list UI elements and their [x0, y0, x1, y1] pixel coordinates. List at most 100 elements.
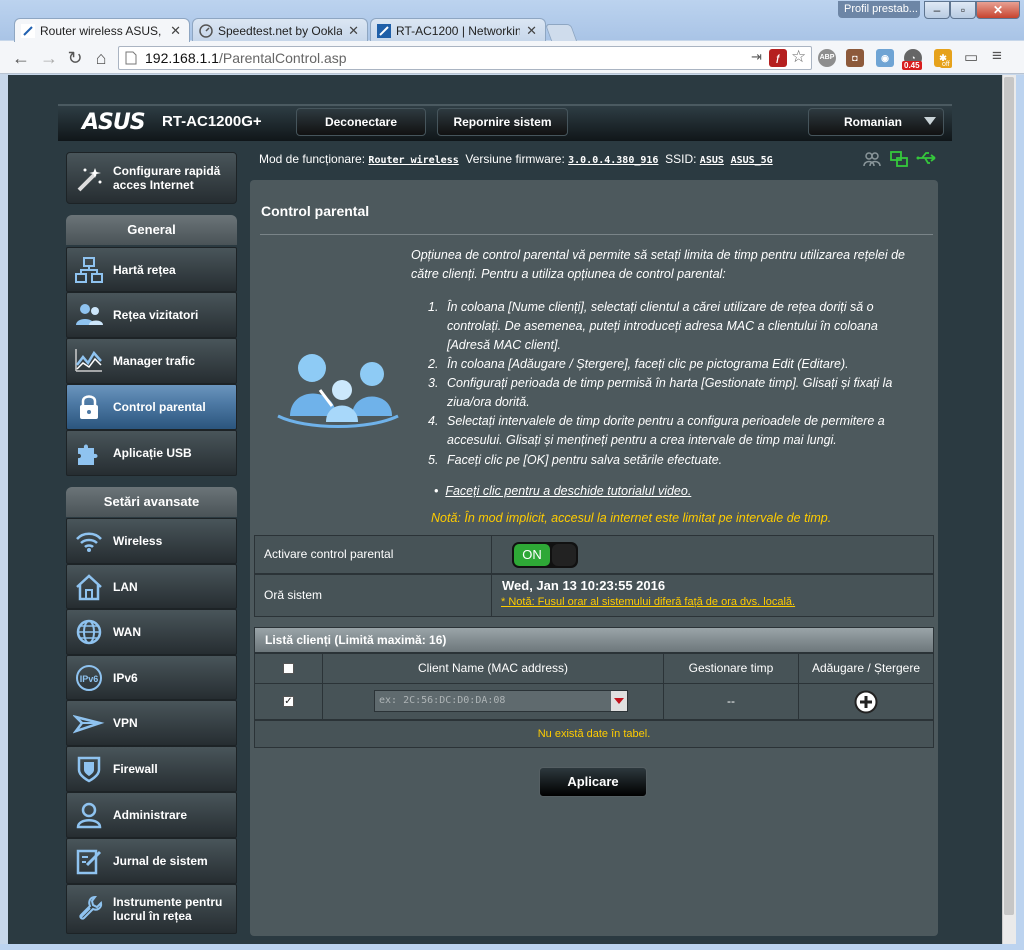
address-bar[interactable]: 192.168.1.1/ParentalControl.asp ⇥ ƒ ☆: [118, 46, 812, 70]
sidebar-item-guest-network[interactable]: Rețea vizitatori: [66, 292, 237, 338]
ipv6-icon: IPv6: [76, 664, 102, 691]
step-text: În coloana [Nume clienți], selectați cli…: [447, 300, 878, 352]
adblock-icon[interactable]: ABP: [818, 49, 836, 67]
wifi-icon: [76, 532, 102, 552]
menu-icon[interactable]: ≡: [992, 46, 1002, 66]
usb-icon[interactable]: [916, 151, 938, 165]
sidebar-item-vpn[interactable]: VPN: [66, 700, 237, 746]
url-host: 192.168.1.1: [145, 50, 219, 66]
quick-setup-button[interactable]: Configurare rapidă acces Internet: [66, 152, 237, 204]
enable-label: Activare control parental: [264, 547, 394, 561]
tab-speedtest[interactable]: Speedtest.net by Ookla - T ✕: [192, 18, 368, 42]
mode-link[interactable]: Router wireless: [368, 155, 458, 166]
magic-wand-icon: [77, 168, 102, 192]
sidebar-item-lan[interactable]: LAN: [66, 564, 237, 609]
dropdown-arrow-icon[interactable]: [611, 691, 627, 711]
close-icon[interactable]: ✕: [526, 23, 537, 39]
advanced-heading: Setări avansate: [66, 487, 237, 517]
sidebar-item-label: Rețea vizitatori: [113, 308, 199, 322]
reload-icon[interactable]: ↻: [64, 47, 86, 69]
sidebar-item-system-log[interactable]: Jurnal de sistem: [66, 838, 237, 884]
column-header-client-name: Client Name (MAC address): [322, 653, 664, 684]
cast-icon[interactable]: ▭: [964, 48, 978, 66]
tools-icon: [79, 895, 103, 920]
firmware-link[interactable]: 3.0.0.4.380_916: [568, 155, 658, 166]
video-tutorial-item: • Faceți clic pentru a deschide tutorial…: [434, 484, 692, 498]
close-icon[interactable]: ✕: [348, 23, 359, 39]
pin-icon[interactable]: ⇥: [751, 49, 762, 65]
page-title: Control parental: [261, 203, 370, 219]
mode-label: Mod de funcționare:: [259, 152, 366, 166]
sidebar-item-wireless[interactable]: Wireless: [66, 518, 237, 564]
sidebar-item-ipv6[interactable]: IPv6 IPv6: [66, 655, 237, 700]
video-tutorial-link[interactable]: Faceți clic pentru a deschide tutorialul…: [445, 484, 691, 498]
toggle-knob: [552, 544, 576, 566]
forward-arrow-icon[interactable]: →: [38, 47, 60, 69]
back-arrow-icon[interactable]: ←: [10, 47, 32, 69]
select-all-cell: [254, 653, 323, 684]
log-icon: [76, 849, 102, 875]
network-map-icon: [75, 256, 103, 283]
flash-icon[interactable]: ƒ: [769, 49, 787, 67]
vpn-icon: [73, 714, 105, 734]
logout-button[interactable]: Deconectare: [296, 108, 426, 136]
client-list-title: Listă clienți (Limită maximă: 16): [254, 627, 934, 653]
add-cell: [798, 683, 934, 720]
speedtest-favicon-icon: [199, 23, 213, 38]
sidebar-item-firewall[interactable]: Firewall: [66, 746, 237, 792]
sidebar-item-wan[interactable]: WAN: [66, 609, 237, 655]
instruction-step: 1. În coloana [Nume clienți], selectați c…: [428, 298, 923, 355]
asus-favicon-icon: [21, 23, 35, 38]
profile-badge[interactable]: Profil prestab...: [838, 1, 920, 18]
timezone-note-link[interactable]: * Notă: Fusul orar al sistemului diferă …: [501, 596, 795, 608]
sidebar-item-label: LAN: [113, 579, 138, 594]
row-checkbox[interactable]: ✓: [283, 696, 294, 707]
minimize-button[interactable]: –: [924, 1, 950, 19]
sidebar-item-label: Hartă rețea: [113, 262, 176, 277]
tab-router[interactable]: Router wireless ASUS, mo ✕: [14, 18, 190, 42]
add-circle-icon[interactable]: [854, 690, 878, 714]
camera-icon[interactable]: ◉: [876, 49, 894, 67]
default-note: Notă: În mod implicit, accesul la intern…: [431, 511, 832, 525]
step-text: În coloana [Adăugare / Ștergere], faceți…: [447, 357, 849, 371]
reboot-button[interactable]: Repornire sistem: [437, 108, 568, 136]
empty-table-message: Nu există date în tabel.: [254, 720, 934, 748]
instagram-icon[interactable]: ◘: [846, 49, 864, 67]
network-status-icon[interactable]: [890, 151, 908, 167]
ssid-5g-link[interactable]: ASUS_5G: [731, 155, 773, 166]
bookmark-star-icon[interactable]: ☆: [791, 47, 806, 67]
ssid-link[interactable]: ASUS: [700, 155, 724, 166]
scrollbar-thumb[interactable]: [1004, 77, 1014, 915]
sidebar-item-parental-control[interactable]: Control parental: [66, 384, 237, 430]
sidebar-item-traffic-manager[interactable]: Manager trafic: [66, 338, 237, 384]
select-all-checkbox[interactable]: [283, 663, 294, 674]
sidebar-item-network-map[interactable]: Hartă rețea: [66, 247, 237, 292]
step-text: Configurați perioada de timp permisă în …: [447, 376, 893, 409]
sidebar-item-label: Jurnal de sistem: [113, 854, 208, 868]
close-icon[interactable]: ✕: [170, 23, 181, 39]
apply-button[interactable]: Aplicare: [539, 767, 647, 797]
ssid-label: SSID:: [665, 152, 697, 166]
asus-favicon-icon: [377, 23, 391, 38]
sidebar-item-network-tools[interactable]: Instrumente pentru lucrul în rețea: [66, 884, 237, 934]
firmware-label: Versiune firmware:: [465, 152, 565, 166]
sidebar-item-administration[interactable]: Administrare: [66, 792, 237, 838]
chevron-down-icon: [924, 117, 936, 125]
url-path: /ParentalControl.asp: [218, 50, 347, 66]
lock-icon: [80, 395, 98, 419]
clients-icon[interactable]: [863, 151, 881, 167]
page-icon: [125, 51, 137, 65]
tab-rt-ac1200[interactable]: RT-AC1200 | Networking | ✕: [370, 18, 546, 42]
step-text: Selectați intervalele de timp dorite pen…: [447, 414, 885, 447]
sidebar-item-label: Aplicație USB: [113, 446, 192, 460]
model-name: RT-AC1200G+: [162, 113, 262, 130]
window-close-button[interactable]: ✕: [976, 1, 1020, 19]
sidebar-item-usb-app[interactable]: Aplicație USB: [66, 430, 237, 476]
home-icon: [76, 573, 102, 600]
toggle-on-label: ON: [514, 544, 550, 566]
admin-user-icon: [76, 802, 102, 829]
maximize-button[interactable]: ▫: [950, 1, 976, 19]
parental-control-toggle[interactable]: ON: [512, 542, 578, 568]
home-icon[interactable]: ⌂: [90, 47, 112, 69]
mac-address-input[interactable]: ex: 2C:56:DC:D0:DA:08: [374, 690, 628, 712]
